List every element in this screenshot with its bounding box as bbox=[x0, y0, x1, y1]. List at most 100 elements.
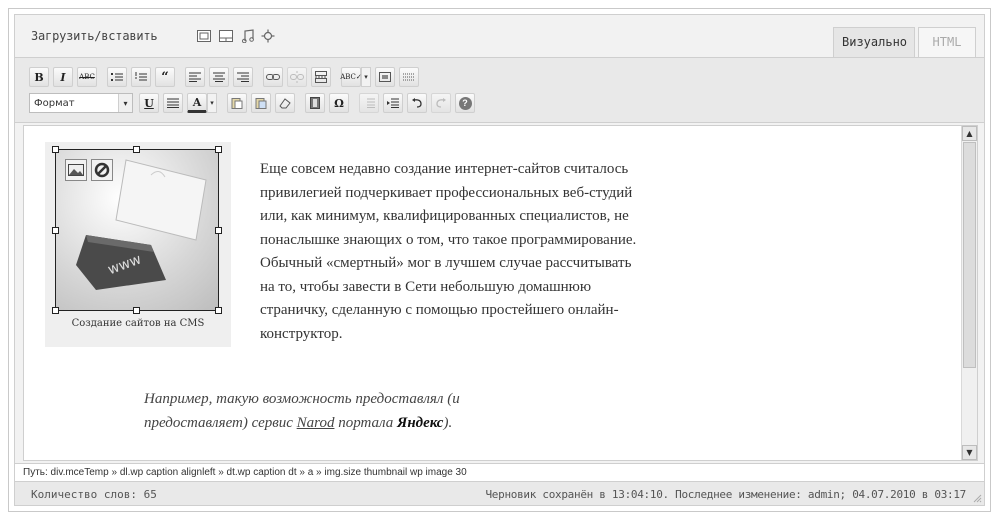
resize-handle[interactable] bbox=[133, 307, 140, 314]
paste-word-button[interactable] bbox=[251, 93, 271, 113]
resize-handle[interactable] bbox=[215, 146, 222, 153]
help-icon: ? bbox=[458, 96, 472, 110]
undo-button[interactable] bbox=[407, 93, 427, 113]
paragraph-text: портала bbox=[334, 414, 397, 431]
paragraph-line: понаслышке знающих о том, что такое прог… bbox=[260, 231, 637, 248]
strike-label: ABC bbox=[79, 73, 95, 81]
film-icon bbox=[310, 97, 320, 109]
paragraph-line: предоставляет) сервис Narod портала Янде… bbox=[144, 412, 664, 436]
resize-handle[interactable] bbox=[52, 227, 59, 234]
undo-icon bbox=[412, 98, 422, 108]
kitchen-sink-icon bbox=[403, 73, 415, 81]
toolbar-row-2: Формат ▾ U A ▾ Ω ? bbox=[29, 92, 479, 114]
underline-label: U bbox=[144, 96, 154, 110]
image-caption: Создание сайтов на CMS bbox=[71, 318, 205, 329]
element-path: Путь: div.mceTemp » dl.wp caption alignl… bbox=[15, 463, 984, 481]
italic-button[interactable]: I bbox=[53, 67, 73, 87]
fullscreen-button[interactable] bbox=[375, 67, 395, 87]
align-center-button[interactable] bbox=[209, 67, 229, 87]
indent-icon bbox=[387, 98, 399, 108]
draft-saved-status: Черновик сохранён в 13:04:10. Последнее … bbox=[485, 488, 966, 501]
delete-image-button[interactable] bbox=[91, 159, 113, 181]
indent-button[interactable] bbox=[383, 93, 403, 113]
help-button[interactable]: ? bbox=[455, 93, 475, 113]
paragraph-text: ). bbox=[443, 414, 453, 431]
text-color-label: A bbox=[192, 95, 202, 109]
paragraph-main: Еще совсем недавно создание интернет-сай… bbox=[260, 158, 780, 346]
paste-text-button[interactable] bbox=[227, 93, 247, 113]
insert-media-button[interactable] bbox=[305, 93, 325, 113]
image-icon[interactable] bbox=[197, 29, 211, 43]
paragraph-line: конструктор. bbox=[260, 325, 343, 342]
unlink-icon bbox=[290, 71, 304, 83]
image-caption-block[interactable]: www Создание сайтов на CMS bbox=[45, 142, 231, 347]
status-bar: Количество слов: 65 Черновик сохранён в … bbox=[15, 481, 984, 505]
paragraph-line: на то, чтобы завести в Сети небольшую до… bbox=[260, 278, 592, 295]
kitchen-sink-button[interactable] bbox=[399, 67, 419, 87]
chevron-down-icon: ▾ bbox=[118, 94, 132, 112]
italic-label: I bbox=[60, 70, 66, 84]
tab-html[interactable]: HTML bbox=[918, 27, 976, 57]
underline-button[interactable]: U bbox=[139, 93, 159, 113]
insert-more-button[interactable] bbox=[311, 67, 331, 87]
outdent-button[interactable] bbox=[359, 93, 379, 113]
paragraph-quote: Например, такую возможность предоставлял… bbox=[144, 388, 664, 435]
text-color-dropdown[interactable]: ▾ bbox=[207, 93, 217, 113]
scroll-down-button[interactable]: ▼ bbox=[962, 445, 977, 460]
bold-button[interactable]: B bbox=[29, 67, 49, 87]
remove-format-button[interactable] bbox=[275, 93, 295, 113]
redo-button[interactable] bbox=[431, 93, 451, 113]
narod-link[interactable]: Narod bbox=[297, 415, 335, 431]
format-select-value: Формат bbox=[34, 97, 75, 109]
resize-handle[interactable] bbox=[52, 307, 59, 314]
editor-toolbar: B I ABC “ ABC✓ ▾ Формат ▾ U A ▾ Ω ? bbox=[15, 57, 984, 123]
video-icon[interactable] bbox=[219, 29, 233, 43]
spellcheck-button[interactable]: ABC✓ bbox=[340, 67, 362, 87]
edit-image-button[interactable] bbox=[65, 159, 87, 181]
text-color-button[interactable]: A bbox=[187, 93, 207, 113]
scroll-up-button[interactable]: ▲ bbox=[962, 126, 977, 141]
redo-icon bbox=[436, 98, 446, 108]
bullet-list-icon bbox=[111, 73, 123, 81]
numbered-list-button[interactable] bbox=[131, 67, 151, 87]
resize-handle[interactable] bbox=[52, 146, 59, 153]
tab-visual[interactable]: Визуально bbox=[833, 27, 915, 57]
align-center-icon bbox=[213, 72, 225, 82]
scroll-thumb[interactable] bbox=[963, 142, 976, 368]
paragraph-line: Например, такую возможность предоставлял… bbox=[144, 391, 460, 407]
paragraph-line: привилегией подчеркивает профессиональны… bbox=[260, 184, 633, 201]
media-icon[interactable] bbox=[261, 29, 275, 43]
align-right-button[interactable] bbox=[233, 67, 253, 87]
fullscreen-icon bbox=[379, 72, 391, 82]
format-select[interactable]: Формат ▾ bbox=[29, 93, 133, 113]
justify-button[interactable] bbox=[163, 93, 183, 113]
resize-handle[interactable] bbox=[133, 146, 140, 153]
media-buttons-row: Загрузить/вставить Визуально HTML bbox=[15, 15, 984, 57]
audio-icon[interactable] bbox=[241, 29, 255, 43]
strikethrough-button[interactable]: ABC bbox=[77, 67, 97, 87]
blockquote-button[interactable]: “ bbox=[155, 67, 175, 87]
unlink-button[interactable] bbox=[287, 67, 307, 87]
word-count: Количество слов: 65 bbox=[31, 488, 157, 501]
paste-word-icon bbox=[255, 98, 267, 109]
align-left-icon bbox=[189, 72, 201, 82]
resize-handle[interactable] bbox=[215, 307, 222, 314]
paragraph-line: страничку, сделанную с помощью простейше… bbox=[260, 302, 619, 318]
align-right-icon bbox=[237, 72, 249, 82]
yandex-bold: Яндекс bbox=[397, 414, 444, 431]
link-button[interactable] bbox=[263, 67, 283, 87]
paragraph-line: Еще совсем недавно создание интернет-сай… bbox=[260, 161, 629, 177]
editor-content[interactable]: www Создание сайтов на CMS Еще совсем не… bbox=[23, 125, 978, 461]
content-scrollbar[interactable]: ▲ ▼ bbox=[961, 126, 977, 460]
resize-handle[interactable] bbox=[215, 227, 222, 234]
special-char-button[interactable]: Ω bbox=[329, 93, 349, 113]
align-left-button[interactable] bbox=[185, 67, 205, 87]
bold-label: B bbox=[34, 70, 44, 84]
toolbar-row-1: B I ABC “ ABC✓ ▾ bbox=[29, 66, 423, 88]
resize-grip-icon[interactable] bbox=[972, 493, 982, 503]
upload-insert-label: Загрузить/вставить bbox=[31, 29, 158, 43]
bullet-list-button[interactable] bbox=[107, 67, 127, 87]
paste-text-icon bbox=[231, 98, 243, 109]
spellcheck-dropdown[interactable]: ▾ bbox=[361, 67, 371, 87]
special-char-label: Ω bbox=[334, 96, 344, 110]
